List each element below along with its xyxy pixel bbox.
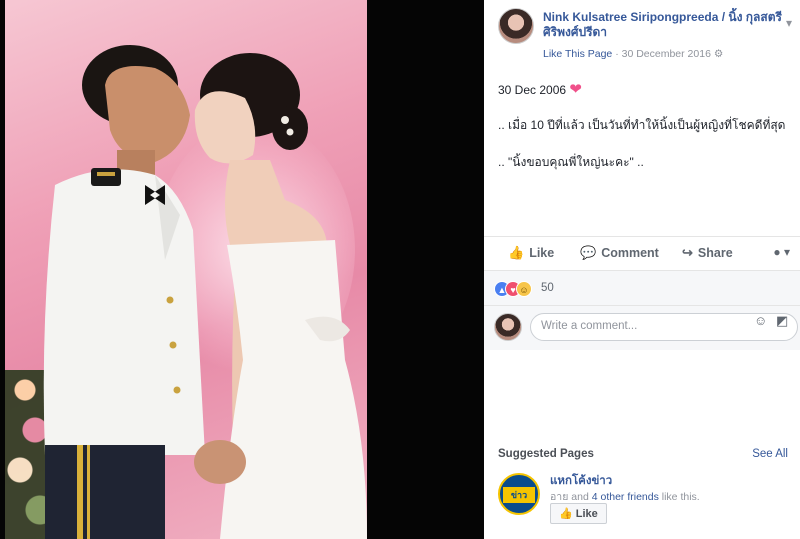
- share-button[interactable]: ↪ Share: [682, 245, 733, 261]
- page-avatar[interactable]: [498, 8, 534, 44]
- thumbs-up-icon: 👍: [559, 508, 573, 520]
- suggested-pages-title: Suggested Pages: [498, 448, 594, 460]
- post-line-thanks: .. "นิ้งขอบคุณพี่ใหญ่นะคะ" ..: [498, 155, 644, 169]
- reaction-count[interactable]: 50: [541, 282, 554, 294]
- privacy-icon: ⚙: [713, 48, 724, 60]
- post-date[interactable]: 30 December 2016: [622, 48, 711, 60]
- facebook-photo-viewer: Nink Kulsatree Siripongpreeda / นิ้ง กุล…: [0, 0, 800, 539]
- post-panel: Nink Kulsatree Siripongpreeda / นิ้ง กุล…: [484, 0, 800, 539]
- comment-button[interactable]: 💬 Comment: [580, 245, 659, 261]
- share-arrow-icon: ↪: [682, 245, 693, 260]
- post-date-text: 30 Dec 2006: [498, 83, 567, 97]
- like-button[interactable]: 👍 Like: [508, 245, 554, 261]
- post-line-date: 30 Dec 2006 ❤: [498, 80, 793, 98]
- see-all-link[interactable]: See All: [752, 448, 788, 460]
- post-header: Nink Kulsatree Siripongpreeda / นิ้ง กุล…: [498, 8, 798, 64]
- friends-link[interactable]: 4 other friends: [592, 491, 659, 503]
- suggested-pages: Suggested Pages See All ข่าว แหกโค้งข่าว…: [484, 440, 800, 539]
- suggested-like-button[interactable]: 👍 Like: [550, 503, 607, 524]
- post-actions: 👍 Like 💬 Comment ↪ Share ● ▾: [484, 236, 800, 268]
- post-line-message: .. เมื่อ 10 ปีที่แล้ว เป็นวันที่ทำให้นิ้…: [498, 118, 786, 132]
- meta-separator: ·: [615, 48, 619, 60]
- heart-icon: ❤: [569, 81, 582, 98]
- sticker-icon[interactable]: ◩: [776, 313, 788, 329]
- like-label: Like: [529, 246, 555, 260]
- page-name-link[interactable]: Nink Kulsatree Siripongpreeda / นิ้ง กุล…: [543, 10, 783, 40]
- post-as-selector[interactable]: ● ▾: [773, 245, 790, 259]
- share-label: Share: [697, 246, 733, 260]
- suggested-like-label: Like: [575, 508, 598, 520]
- wedding-photo[interactable]: [5, 0, 367, 539]
- photo-viewer: [0, 0, 484, 539]
- post-text: 30 Dec 2006 ❤ .. เมื่อ 10 ปีที่แล้ว เป็น…: [498, 80, 793, 190]
- friends-prefix: อาย and: [550, 491, 589, 503]
- couple-illustration: [43, 45, 367, 539]
- like-page-link[interactable]: Like This Page: [543, 48, 612, 60]
- suggested-page-logo[interactable]: ข่าว: [498, 473, 540, 515]
- reaction-icons: ▲ ♥ ☺: [494, 281, 536, 297]
- post-meta: Like This Page · 30 December 2016 ⚙: [543, 48, 723, 60]
- comment-label: Comment: [601, 246, 659, 260]
- chevron-down-icon[interactable]: ▾: [786, 16, 792, 30]
- smiley-icon[interactable]: ☺: [754, 313, 767, 328]
- haha-reaction-icon: ☺: [516, 281, 532, 297]
- reactions-bar[interactable]: ▲ ♥ ☺ 50: [484, 270, 800, 306]
- suggested-logo-text: ข่าว: [503, 487, 535, 503]
- friends-suffix: like this.: [661, 491, 700, 503]
- comment-composer: Write a comment... ☺ ◩: [484, 306, 800, 350]
- avatar-small-icon: ●: [773, 245, 781, 259]
- chevron-down-icon: ▾: [783, 245, 790, 259]
- thumbs-up-icon: 👍: [508, 245, 525, 260]
- commenter-avatar: [494, 313, 522, 341]
- speech-bubble-icon: 💬: [580, 245, 597, 260]
